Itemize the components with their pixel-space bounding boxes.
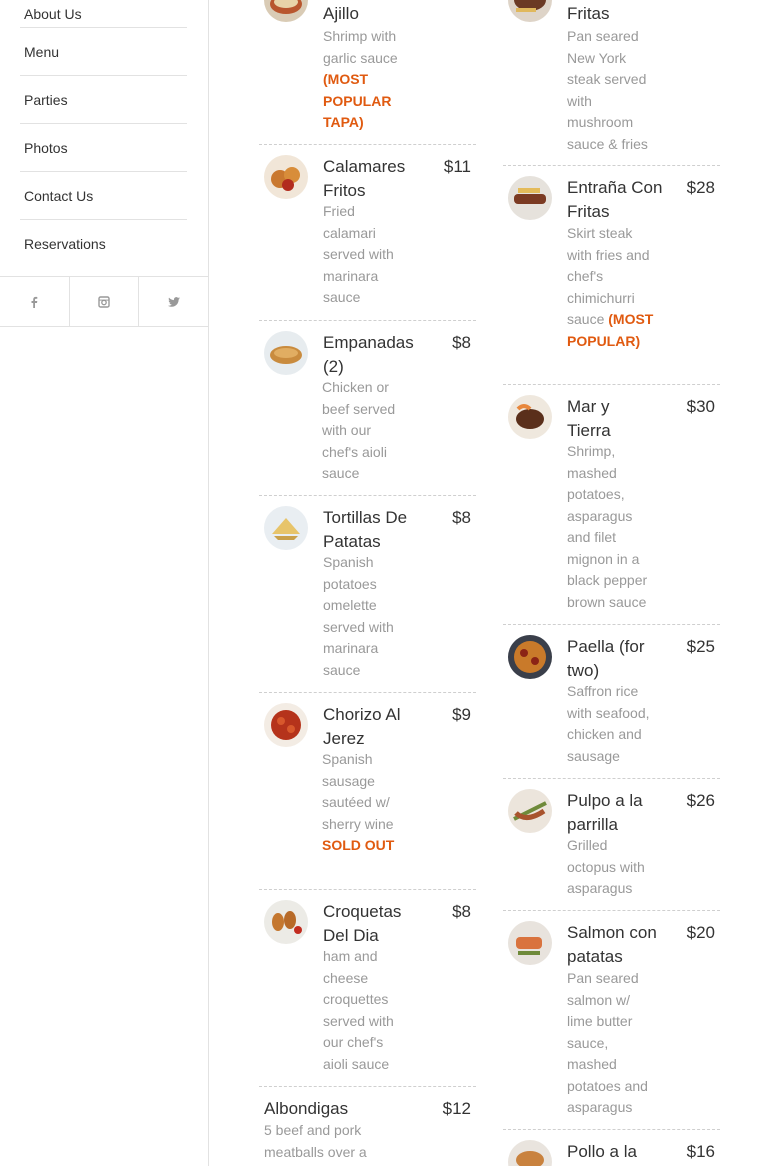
item-description: Pan seared New York steak served with mu… bbox=[567, 28, 648, 152]
food-thumbnail[interactable] bbox=[264, 331, 308, 375]
sidebar-item-parties[interactable]: Parties bbox=[20, 76, 187, 124]
sidebar-item-label: Photos bbox=[24, 140, 68, 156]
item-desc-text: Shrimp with garlic sauce bbox=[323, 28, 398, 66]
menu-item: Mar y Tierra $30 Shrimp, mashed potatoes… bbox=[503, 385, 720, 625]
sidebar-item-about-us[interactable]: About Us bbox=[20, 0, 187, 28]
sidebar-item-contact-us[interactable]: Contact Us bbox=[20, 172, 187, 220]
item-description: Spanish sausage sautéed w/ sherry wine S… bbox=[322, 749, 406, 857]
item-price: $25 bbox=[686, 637, 715, 656]
sidebar-nav: About Us Menu Parties Photos Contact Us … bbox=[0, 0, 209, 1166]
item-description: Skirt steak with fries and chef's chimic… bbox=[567, 223, 655, 352]
item-price: $28 bbox=[686, 178, 715, 197]
food-thumbnail[interactable] bbox=[264, 703, 308, 747]
food-thumbnail[interactable] bbox=[508, 395, 552, 439]
food-thumbnail[interactable] bbox=[508, 921, 552, 965]
item-name: Croquetas Del Dia bbox=[323, 902, 402, 945]
item-description: Fried calamari served with marinara sauc… bbox=[323, 203, 394, 305]
item-tag: (MOST POPULAR TAPA) bbox=[323, 71, 392, 130]
item-name: Pollo a la bbox=[567, 1142, 637, 1161]
item-description: Pan seared salmon w/ lime butter sauce, … bbox=[567, 970, 648, 1115]
item-description: Saffron rice with seafood, chicken and s… bbox=[567, 683, 650, 764]
sidebar-item-photos[interactable]: Photos bbox=[20, 124, 187, 172]
food-thumbnail[interactable] bbox=[508, 176, 552, 220]
social-links bbox=[0, 277, 208, 327]
item-name: Mar y Tierra bbox=[567, 397, 611, 440]
menu-item: Salmon con patatas $20 Pan seared salmon… bbox=[503, 911, 720, 1130]
item-price: $30 bbox=[686, 397, 715, 416]
menu-item: Albondigas $12 5 beef and pork meatballs… bbox=[259, 1087, 476, 1166]
item-price: $8 bbox=[452, 508, 471, 527]
item-description: Shrimp, mashed potatoes, asparagus and f… bbox=[567, 443, 648, 610]
twitter-icon[interactable] bbox=[139, 277, 208, 326]
food-thumbnail[interactable] bbox=[264, 900, 308, 944]
menu-item: Fritas Pan seared New York steak served … bbox=[503, 0, 720, 166]
menu-item: Entraña Con Fritas $28 Skirt steak with … bbox=[503, 166, 720, 385]
sidebar-item-label: Contact Us bbox=[24, 188, 94, 204]
item-description: Shrimp with garlic sauce (MOST POPULAR T… bbox=[323, 26, 413, 134]
instagram-icon[interactable] bbox=[70, 277, 140, 326]
item-name: Entraña Con Fritas bbox=[567, 178, 663, 221]
item-desc-text: Spanish sausage sautéed w/ sherry wine bbox=[322, 751, 394, 832]
item-description: Chicken or beef served with our chef's a… bbox=[322, 379, 396, 481]
food-thumbnail[interactable] bbox=[508, 0, 552, 22]
item-price: $20 bbox=[686, 923, 715, 942]
item-name: Fritas bbox=[567, 4, 610, 23]
item-tag: SOLD OUT bbox=[322, 837, 395, 853]
item-name: Ajillo bbox=[323, 4, 359, 23]
menu-item: Chorizo Al Jerez $9 Spanish sausage saut… bbox=[259, 693, 476, 890]
item-price: $16 bbox=[686, 1142, 715, 1161]
menu-item: Pulpo a la parrilla $26 Grilled octopus … bbox=[503, 779, 720, 911]
item-price: $8 bbox=[452, 333, 471, 352]
sidebar-item-label: Parties bbox=[24, 92, 68, 108]
item-name: Albondigas bbox=[264, 1099, 349, 1118]
menu-item: Tortillas De Patatas $8 Spanish potatoes… bbox=[259, 496, 476, 693]
menu-item: Calamares Fritos $11 Fried calamari serv… bbox=[259, 145, 476, 321]
menu-item: Ajillo Shrimp with garlic sauce (MOST PO… bbox=[259, 0, 476, 145]
item-name: Tortillas De Patatas bbox=[323, 508, 408, 551]
food-thumbnail[interactable] bbox=[508, 1140, 552, 1166]
sidebar-item-menu[interactable]: Menu bbox=[20, 28, 187, 76]
sidebar-item-label: About Us bbox=[24, 6, 82, 22]
menu-item: Paella (for two) $25 Saffron rice with s… bbox=[503, 625, 720, 779]
item-price: $8 bbox=[452, 902, 471, 921]
food-thumbnail[interactable] bbox=[264, 155, 308, 199]
item-name: Paella (for two) bbox=[567, 637, 645, 680]
food-thumbnail[interactable] bbox=[508, 635, 552, 679]
sidebar-item-reservations[interactable]: Reservations bbox=[20, 220, 187, 268]
food-thumbnail[interactable] bbox=[508, 789, 552, 833]
item-price: $26 bbox=[686, 791, 715, 810]
sidebar-item-label: Reservations bbox=[24, 236, 106, 252]
item-price: $9 bbox=[452, 705, 471, 724]
food-thumbnail[interactable] bbox=[264, 506, 308, 550]
item-name: Chorizo Al Jerez bbox=[323, 705, 401, 748]
item-name: Pulpo a la parrilla bbox=[567, 791, 643, 834]
item-name: Salmon con patatas bbox=[567, 923, 657, 966]
menu-item: Pollo a la $16 bbox=[503, 1130, 720, 1166]
menu-item: Croquetas Del Dia $8 ham and cheese croq… bbox=[259, 890, 476, 1087]
item-description: Grilled octopus with asparagus bbox=[567, 837, 645, 896]
facebook-icon[interactable] bbox=[0, 277, 70, 326]
item-description: Spanish potatoes omelette served with ma… bbox=[323, 554, 394, 678]
item-description: 5 beef and pork meatballs over a bbox=[264, 1122, 367, 1160]
item-name: Calamares Fritos bbox=[323, 157, 406, 200]
item-price: $12 bbox=[442, 1099, 471, 1118]
food-thumbnail[interactable] bbox=[264, 0, 308, 22]
sidebar-item-label: Menu bbox=[24, 44, 60, 60]
menu-item: Empanadas (2) $8 Chicken or beef served … bbox=[259, 321, 476, 496]
item-price: $11 bbox=[443, 157, 471, 176]
item-name: Empanadas (2) bbox=[323, 333, 414, 376]
item-description: ham and cheese croquettes served with ou… bbox=[323, 948, 394, 1072]
